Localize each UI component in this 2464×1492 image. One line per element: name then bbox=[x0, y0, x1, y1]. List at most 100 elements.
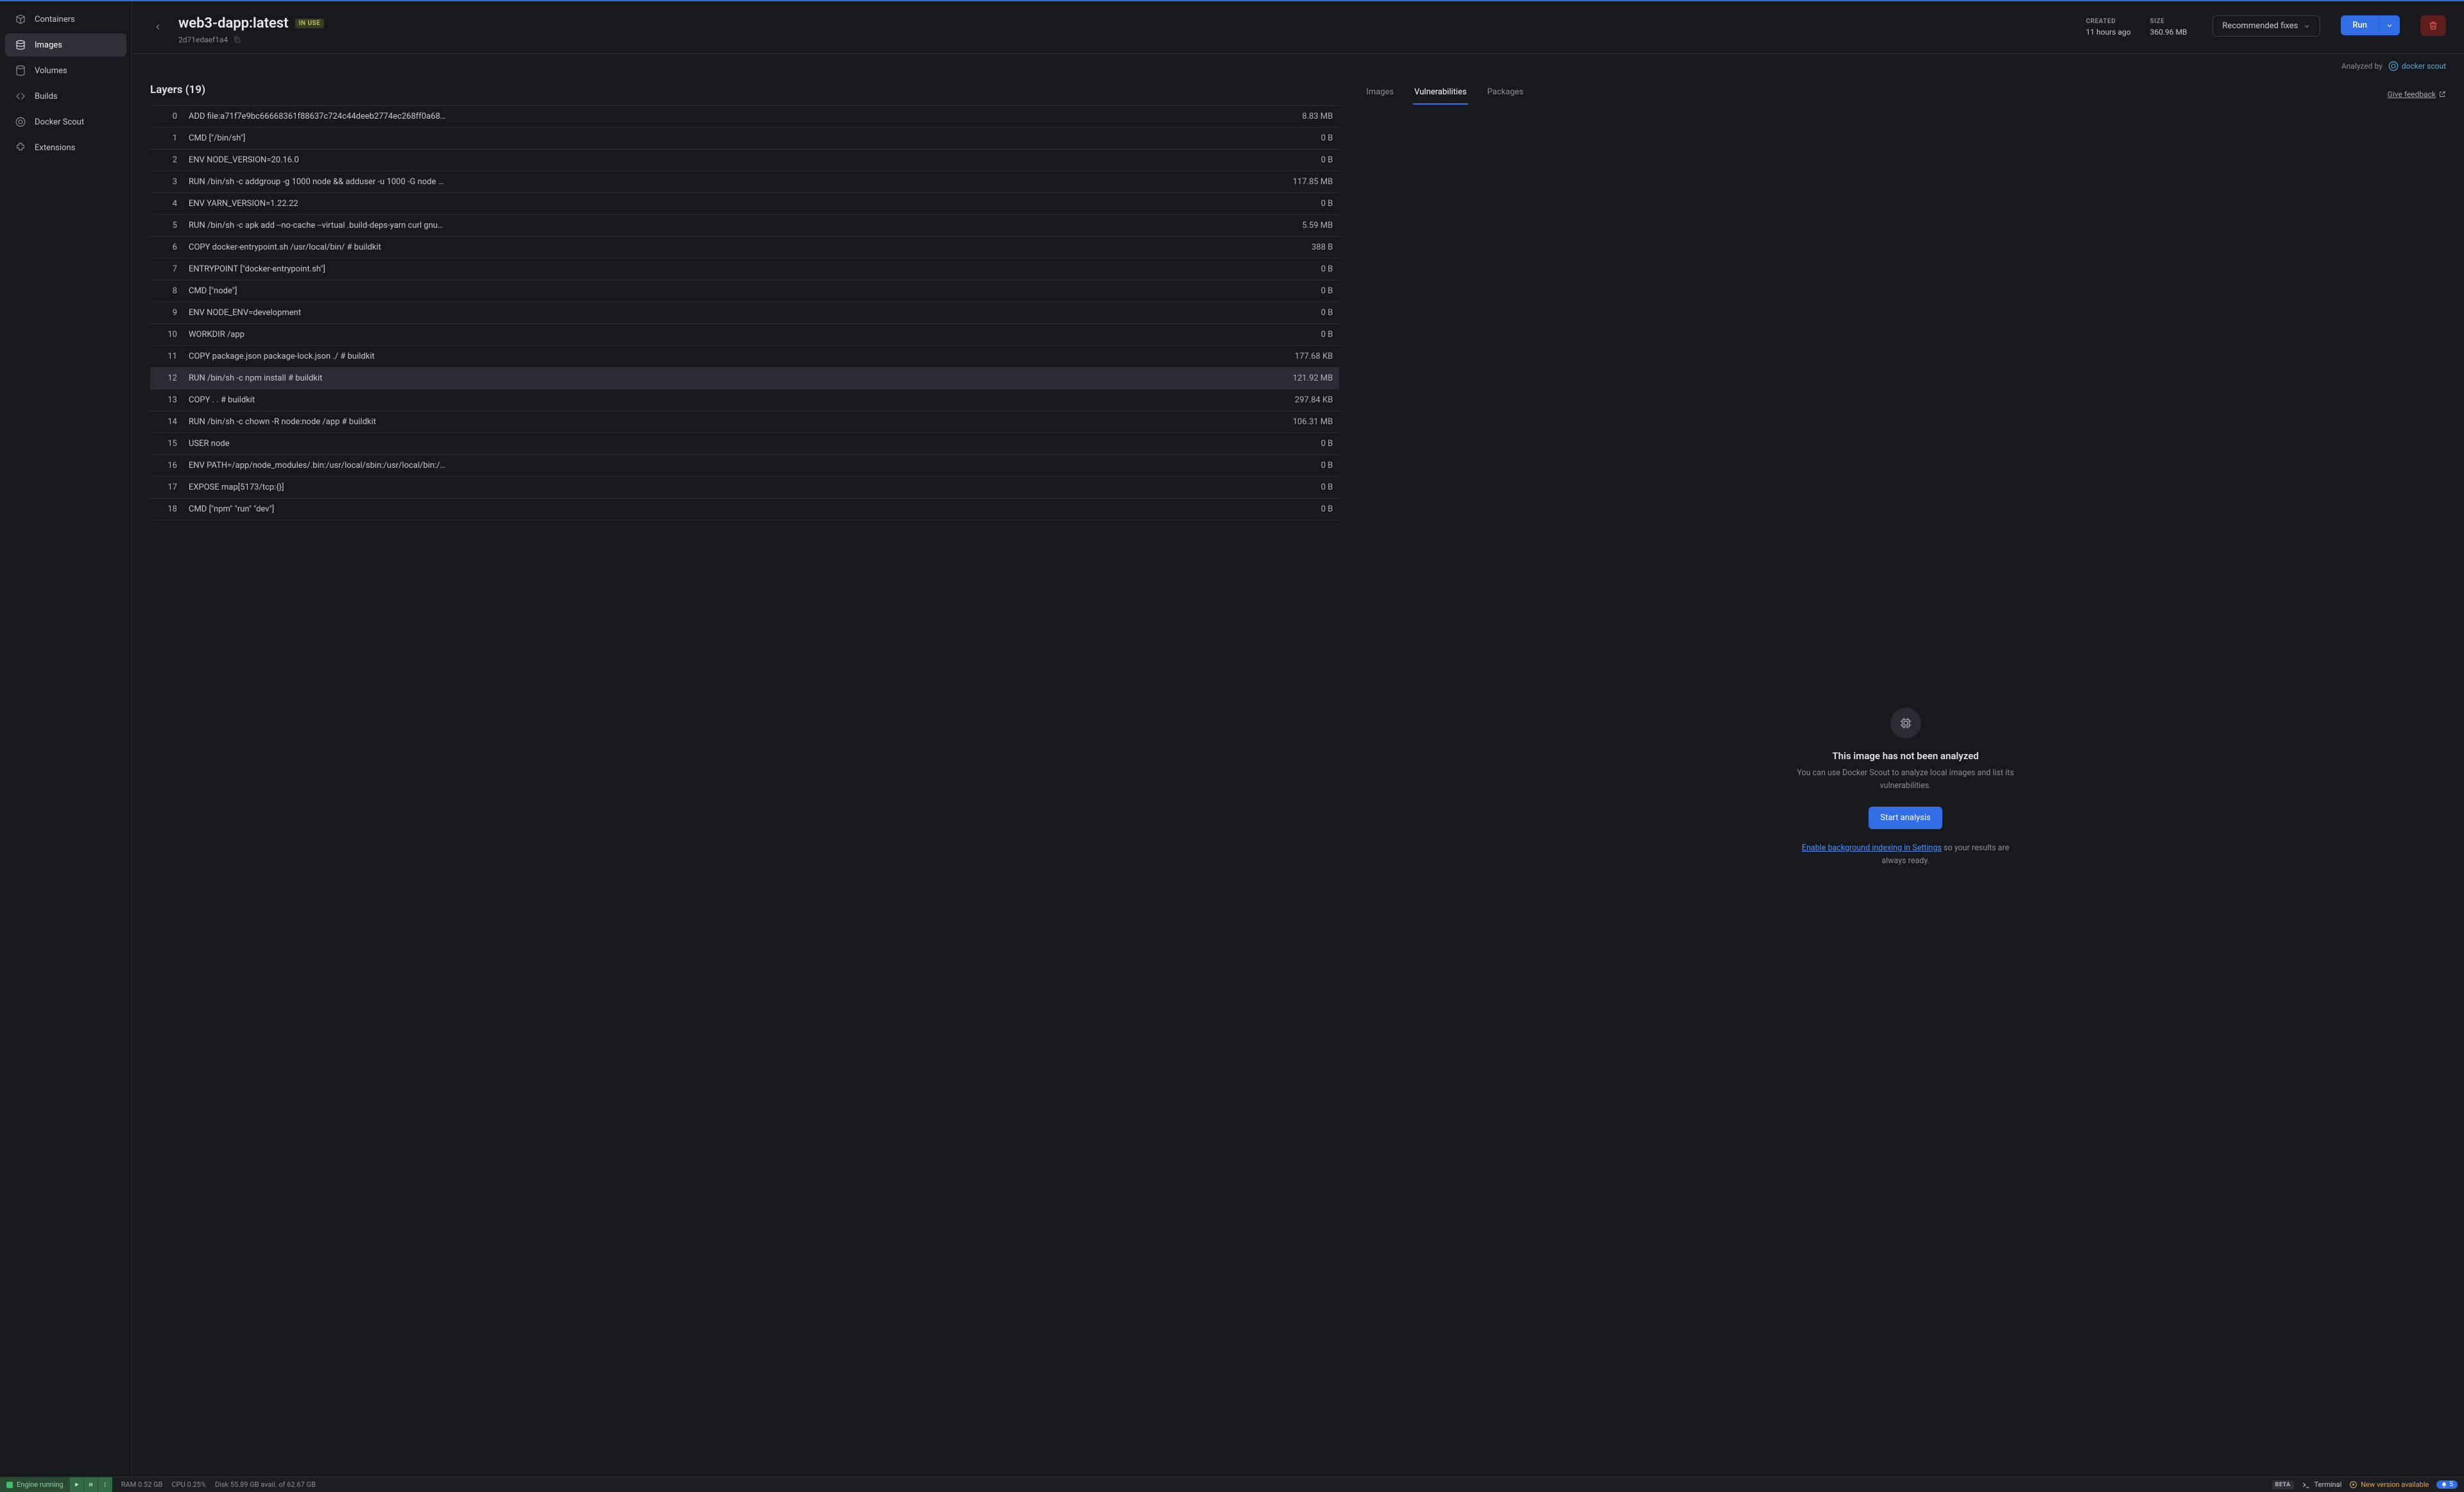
layer-size: 0 B bbox=[1321, 286, 1333, 296]
engine-menu-button[interactable] bbox=[98, 1477, 112, 1492]
layer-row[interactable]: 3RUN /bin/sh -c addgroup -g 1000 node &&… bbox=[150, 171, 1339, 193]
engine-start-button[interactable] bbox=[70, 1477, 84, 1492]
sidebar-item-builds[interactable]: Builds bbox=[5, 85, 126, 108]
layer-row[interactable]: 17EXPOSE map[5173/tcp:{}]0 B bbox=[150, 477, 1339, 499]
recommended-fixes-button[interactable]: Recommended fixes bbox=[2212, 15, 2320, 37]
sidebar-item-label: Builds bbox=[35, 92, 58, 101]
layers-list[interactable]: 0ADD file:a71f7e9bc66668361f88637c724c44… bbox=[150, 105, 1339, 1464]
sidebar-item-images[interactable]: Images bbox=[5, 33, 126, 56]
empty-state: This image has not been analyzed You can… bbox=[1365, 111, 2446, 1464]
layer-row[interactable]: 14RUN /bin/sh -c chown -R node:node /app… bbox=[150, 411, 1339, 433]
layer-size: 0 B bbox=[1321, 504, 1333, 514]
layer-size: 0 B bbox=[1321, 483, 1333, 492]
scout-logo-icon bbox=[2388, 60, 2399, 72]
layer-row[interactable]: 13COPY . . # buildkit297.84 KB bbox=[150, 390, 1339, 411]
copy-icon[interactable] bbox=[233, 35, 242, 44]
sidebar-item-label: Volumes bbox=[35, 66, 67, 76]
volumes-icon bbox=[14, 64, 27, 77]
layer-row[interactable]: 2ENV NODE_VERSION=20.16.00 B bbox=[150, 150, 1339, 171]
layer-index: 4 bbox=[157, 199, 189, 209]
terminal-icon bbox=[2302, 1480, 2311, 1489]
scout-brand-text: docker scout bbox=[2402, 62, 2446, 71]
layer-size: 5.59 MB bbox=[1302, 221, 1333, 230]
layer-command: COPY package.json package-lock.json ./ #… bbox=[189, 352, 1295, 361]
layer-index: 1 bbox=[157, 133, 189, 143]
page-title: web3-dapp:latest bbox=[178, 15, 289, 31]
download-icon bbox=[2349, 1480, 2357, 1489]
layer-row[interactable]: 16ENV PATH=/app/node_modules/.bin:/usr/l… bbox=[150, 455, 1339, 477]
enable-indexing-link[interactable]: Enable background indexing in Settings bbox=[1802, 843, 1942, 853]
play-icon bbox=[74, 1482, 80, 1488]
start-analysis-button[interactable]: Start analysis bbox=[1869, 807, 1942, 829]
tab-packages[interactable]: Packages bbox=[1486, 83, 1525, 105]
layer-row[interactable]: 7ENTRYPOINT ["docker-entrypoint.sh"]0 B bbox=[150, 259, 1339, 280]
recommended-fixes-label: Recommended fixes bbox=[2222, 21, 2298, 31]
back-button[interactable] bbox=[150, 19, 166, 35]
layer-command: COPY docker-entrypoint.sh /usr/local/bin… bbox=[189, 243, 1312, 252]
layer-row[interactable]: 9ENV NODE_ENV=development0 B bbox=[150, 302, 1339, 324]
layer-command: ENV PATH=/app/node_modules/.bin:/usr/loc… bbox=[189, 461, 1321, 470]
layer-row[interactable]: 18CMD ["npm" "run" "dev"]0 B bbox=[150, 499, 1339, 520]
engine-status[interactable]: Engine running bbox=[0, 1477, 70, 1492]
delete-button[interactable] bbox=[2420, 15, 2446, 36]
run-options-button[interactable] bbox=[2379, 15, 2400, 35]
layer-row[interactable]: 10WORKDIR /app0 B bbox=[150, 324, 1339, 346]
terminal-label: Terminal bbox=[2314, 1480, 2342, 1489]
layer-index: 14 bbox=[157, 417, 189, 427]
give-feedback-link[interactable]: Give feedback bbox=[2388, 90, 2446, 99]
layer-size: 106.31 MB bbox=[1293, 417, 1333, 427]
layer-row[interactable]: 11COPY package.json package-lock.json ./… bbox=[150, 346, 1339, 368]
external-link-icon bbox=[2438, 90, 2446, 98]
layer-row[interactable]: 8CMD ["node"]0 B bbox=[150, 280, 1339, 302]
in-use-badge: IN USE bbox=[295, 19, 325, 28]
tab-images[interactable]: Images bbox=[1365, 83, 1395, 105]
notifications-button[interactable]: 5 bbox=[2436, 1480, 2458, 1489]
layer-index: 12 bbox=[157, 373, 189, 383]
layer-command: ENV YARN_VERSION=1.22.22 bbox=[189, 199, 1321, 209]
layer-command: ENV NODE_VERSION=20.16.0 bbox=[189, 155, 1321, 165]
layer-index: 7 bbox=[157, 264, 189, 274]
layer-command: USER node bbox=[189, 439, 1321, 449]
layer-size: 0 B bbox=[1321, 330, 1333, 339]
layer-command: WORKDIR /app bbox=[189, 330, 1321, 339]
layer-row[interactable]: 0ADD file:a71f7e9bc66668361f88637c724c44… bbox=[150, 105, 1339, 128]
builds-icon bbox=[14, 90, 27, 103]
layer-index: 16 bbox=[157, 461, 189, 470]
update-label: New version available bbox=[2361, 1480, 2429, 1489]
layer-size: 8.83 MB bbox=[1302, 112, 1333, 121]
layer-index: 13 bbox=[157, 395, 189, 405]
layer-index: 15 bbox=[157, 439, 189, 449]
layer-size: 0 B bbox=[1321, 155, 1333, 165]
created-label: CREATED bbox=[2086, 18, 2131, 25]
sidebar-item-containers[interactable]: Containers bbox=[5, 8, 126, 31]
layer-row[interactable]: 6COPY docker-entrypoint.sh /usr/local/bi… bbox=[150, 237, 1339, 259]
layer-row[interactable]: 5RUN /bin/sh -c apk add --no-cache --vir… bbox=[150, 215, 1339, 237]
terminal-button[interactable]: Terminal bbox=[2302, 1480, 2342, 1489]
sidebar-item-scout[interactable]: Docker Scout bbox=[5, 110, 126, 133]
sidebar-item-extensions[interactable]: Extensions bbox=[5, 136, 126, 159]
layer-row[interactable]: 1CMD ["/bin/sh"]0 B bbox=[150, 128, 1339, 150]
engine-pause-button[interactable] bbox=[84, 1477, 98, 1492]
layer-row[interactable]: 15USER node0 B bbox=[150, 433, 1339, 455]
run-button[interactable]: Run bbox=[2341, 15, 2379, 35]
docker-scout-logo[interactable]: docker scout bbox=[2388, 60, 2446, 72]
layer-size: 0 B bbox=[1321, 199, 1333, 209]
layer-index: 6 bbox=[157, 243, 189, 252]
layer-size: 117.85 MB bbox=[1293, 177, 1333, 187]
layer-index: 0 bbox=[157, 112, 189, 121]
cpu-stat: CPU 0.25% bbox=[172, 1480, 206, 1489]
layer-row[interactable]: 4ENV YARN_VERSION=1.22.220 B bbox=[150, 193, 1339, 215]
sidebar-item-label: Images bbox=[35, 40, 62, 50]
layer-row[interactable]: 12RUN /bin/sh -c npm install # buildkit1… bbox=[150, 368, 1339, 390]
size-value: 360.96 MB bbox=[2150, 28, 2187, 37]
layer-size: 297.84 KB bbox=[1295, 395, 1333, 405]
engine-label: Engine running bbox=[17, 1480, 64, 1489]
update-available-button[interactable]: New version available bbox=[2349, 1480, 2429, 1489]
tab-vulnerabilities[interactable]: Vulnerabilities bbox=[1413, 83, 1468, 105]
layer-command: CMD ["npm" "run" "dev"] bbox=[189, 504, 1321, 514]
layer-size: 0 B bbox=[1321, 133, 1333, 143]
sidebar-item-volumes[interactable]: Volumes bbox=[5, 59, 126, 82]
disk-stat: Disk 55.89 GB avail. of 62.67 GB bbox=[215, 1480, 316, 1489]
layer-size: 388 B bbox=[1312, 243, 1333, 252]
sidebar-item-label: Extensions bbox=[35, 143, 75, 153]
